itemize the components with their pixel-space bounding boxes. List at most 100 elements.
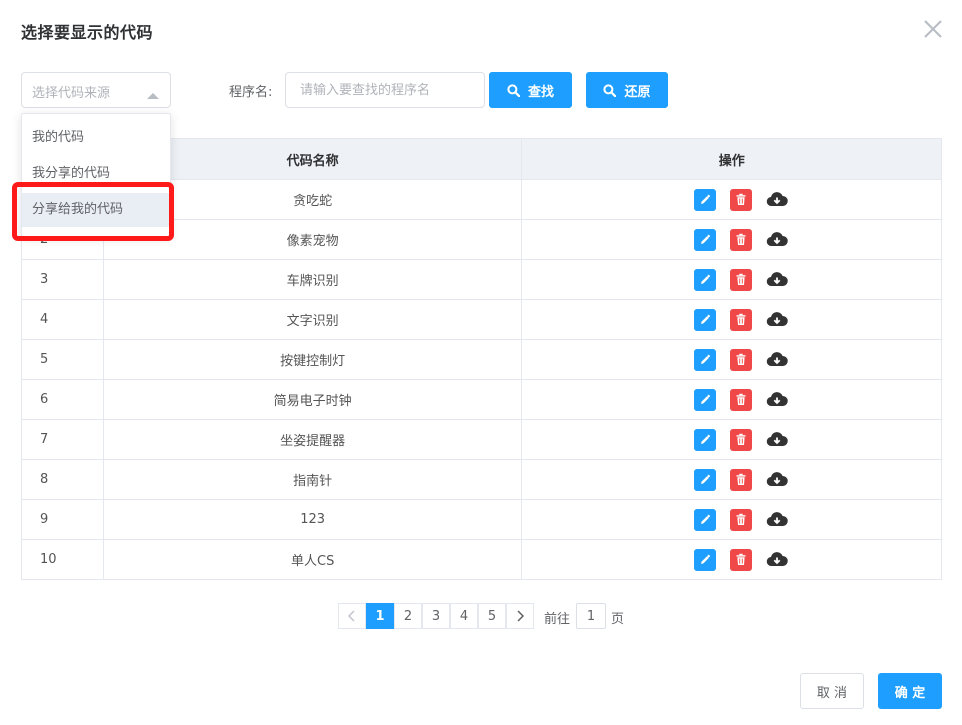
program-name-label: 程序名: — [229, 85, 273, 100]
table-row: 10 单人CS — [21, 539, 942, 580]
pager-page-2[interactable]: 2 — [394, 603, 422, 629]
row-code-name: 简易电子时钟 — [103, 379, 523, 420]
row-actions — [521, 299, 942, 340]
row-code-name: 坐姿提醒器 — [103, 419, 523, 460]
row-index: 6 — [21, 379, 104, 420]
download-button[interactable] — [766, 429, 788, 451]
download-button[interactable] — [766, 349, 788, 371]
download-button[interactable] — [766, 549, 788, 571]
code-source-select[interactable]: 选择代码来源 — [21, 72, 171, 108]
edit-button[interactable] — [693, 508, 716, 531]
edit-button[interactable] — [693, 228, 716, 251]
pager-goto-suffix: 页 — [611, 612, 625, 627]
trash-icon — [735, 393, 747, 406]
download-cloud-icon — [766, 311, 788, 329]
delete-button[interactable] — [729, 548, 752, 571]
delete-button[interactable] — [729, 348, 752, 371]
chevron-right-icon — [517, 610, 525, 622]
download-button[interactable] — [766, 189, 788, 211]
pager-page-5[interactable]: 5 — [478, 603, 506, 629]
row-code-name: 文字识别 — [103, 299, 523, 340]
search-icon — [507, 83, 520, 97]
select-code-dialog: 选择要显示的代码 选择代码来源 程序名: 查找 还原 — [0, 0, 962, 725]
trash-icon — [735, 553, 747, 566]
confirm-button[interactable]: 确 定 — [878, 673, 942, 709]
pencil-icon — [699, 474, 711, 486]
pencil-icon — [699, 514, 711, 526]
row-index: 7 — [21, 419, 104, 460]
download-button[interactable] — [766, 269, 788, 291]
download-cloud-icon — [766, 191, 788, 209]
trash-icon — [735, 513, 747, 526]
download-cloud-icon — [766, 471, 788, 489]
download-button[interactable] — [766, 309, 788, 331]
delete-button[interactable] — [729, 468, 752, 491]
pencil-icon — [699, 354, 711, 366]
pencil-icon — [699, 394, 711, 406]
trash-icon — [735, 473, 747, 486]
edit-button[interactable] — [693, 188, 716, 211]
pencil-icon — [699, 434, 711, 446]
row-actions — [521, 499, 942, 540]
column-header-actions: 操作 — [521, 138, 942, 180]
download-cloud-icon — [766, 231, 788, 249]
pager-next-button[interactable] — [506, 603, 534, 629]
cancel-button[interactable]: 取 消 — [800, 673, 864, 709]
pager-prev-button[interactable] — [338, 603, 366, 629]
delete-button[interactable] — [729, 228, 752, 251]
edit-button[interactable] — [693, 388, 716, 411]
table-row: 4 文字识别 — [21, 299, 942, 340]
pencil-icon — [699, 194, 711, 206]
dropdown-option-my-code[interactable]: 我的代码 — [22, 121, 170, 155]
edit-button[interactable] — [693, 428, 716, 451]
row-actions — [521, 339, 942, 380]
download-button[interactable] — [766, 389, 788, 411]
edit-button[interactable] — [693, 308, 716, 331]
pencil-icon — [699, 554, 711, 566]
delete-button[interactable] — [729, 308, 752, 331]
pager-page-3[interactable]: 3 — [422, 603, 450, 629]
chevron-left-icon — [347, 610, 355, 622]
table-row: 3 车牌识别 — [21, 259, 942, 300]
dropdown-option-shared-by-me[interactable]: 我分享的代码 — [22, 157, 170, 191]
row-actions — [521, 379, 942, 420]
row-actions — [521, 419, 942, 460]
trash-icon — [735, 313, 747, 326]
search-icon — [603, 83, 617, 97]
download-button[interactable] — [766, 229, 788, 251]
row-index: 10 — [21, 539, 104, 580]
delete-button[interactable] — [729, 428, 752, 451]
row-actions — [521, 259, 942, 300]
dropdown-option-shared-with-me[interactable]: 分享给我的代码 — [22, 193, 170, 227]
delete-button[interactable] — [729, 388, 752, 411]
pager-goto-input[interactable] — [576, 603, 606, 629]
search-button[interactable]: 查找 — [489, 72, 572, 108]
row-actions — [521, 219, 942, 260]
delete-button[interactable] — [729, 508, 752, 531]
row-code-name: 单人CS — [103, 539, 523, 580]
row-code-name: 按键控制灯 — [103, 339, 523, 380]
edit-button[interactable] — [693, 348, 716, 371]
download-button[interactable] — [766, 509, 788, 531]
code-source-dropdown: 我的代码 我分享的代码 分享给我的代码 — [21, 113, 171, 237]
delete-button[interactable] — [729, 188, 752, 211]
pencil-icon — [699, 314, 711, 326]
edit-button[interactable] — [693, 468, 716, 491]
table-row: 8 指南针 — [21, 459, 942, 500]
download-cloud-icon — [766, 511, 788, 529]
caret-up-icon — [146, 86, 160, 99]
close-icon[interactable] — [922, 18, 944, 40]
program-name-input[interactable] — [285, 72, 485, 108]
table-row: 7 坐姿提醒器 — [21, 419, 942, 460]
reset-button[interactable]: 还原 — [586, 72, 668, 108]
pager-page-1[interactable]: 1 — [366, 603, 394, 629]
download-cloud-icon — [766, 391, 788, 409]
edit-button[interactable] — [693, 548, 716, 571]
delete-button[interactable] — [729, 268, 752, 291]
trash-icon — [735, 433, 747, 446]
row-index: 5 — [21, 339, 104, 380]
edit-button[interactable] — [693, 268, 716, 291]
pencil-icon — [699, 234, 711, 246]
download-button[interactable] — [766, 469, 788, 491]
pager-page-4[interactable]: 4 — [450, 603, 478, 629]
